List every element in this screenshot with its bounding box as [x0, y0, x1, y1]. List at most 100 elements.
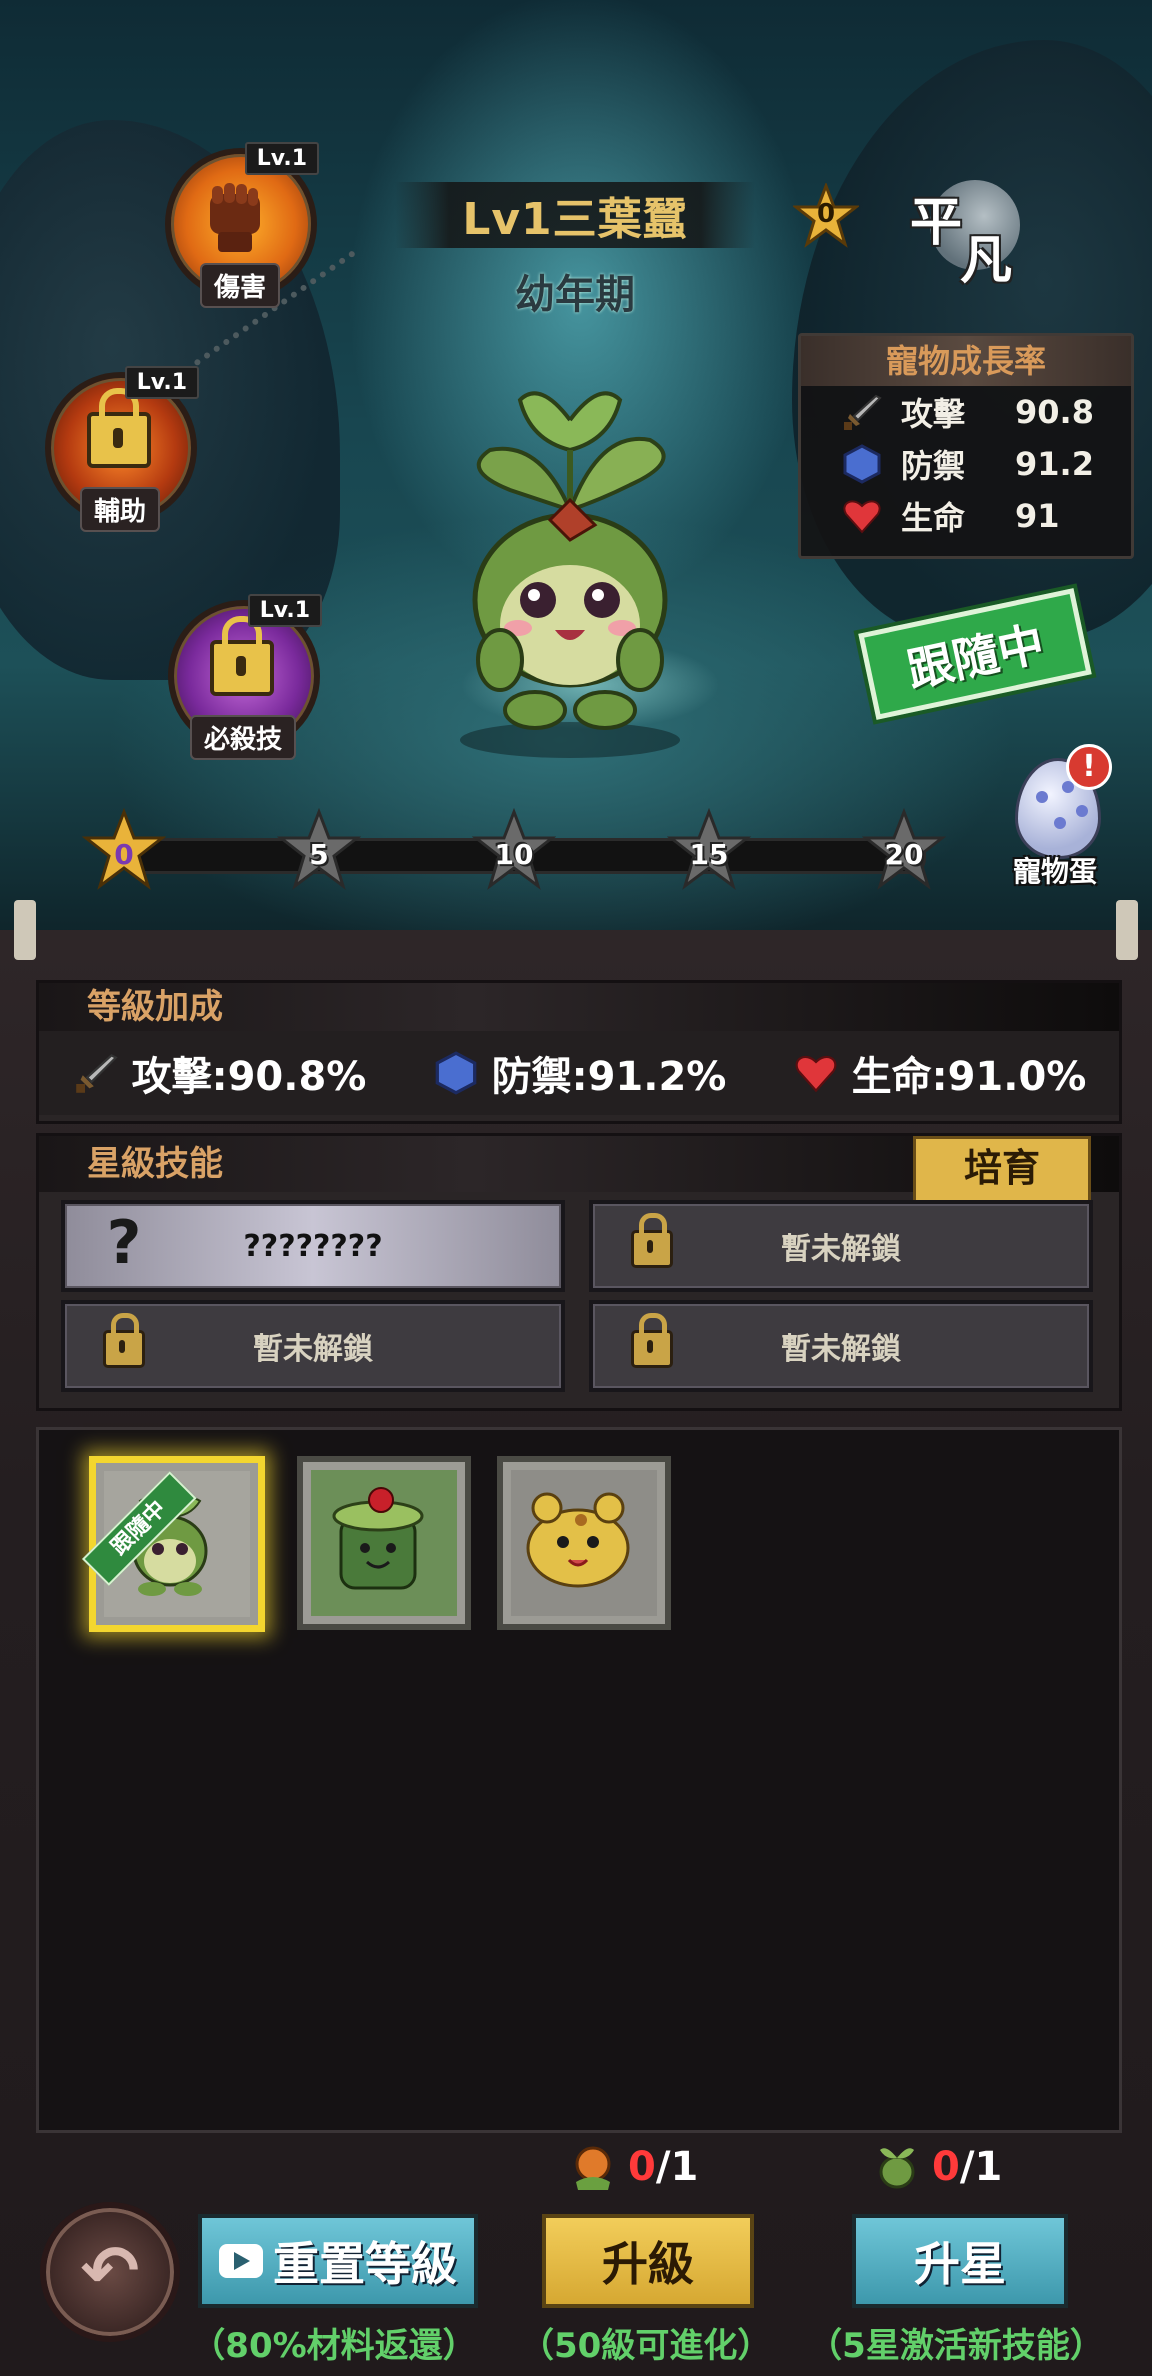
milestone-label: 15: [689, 838, 729, 871]
bonus-defense: 防禦:91.2%: [432, 1044, 727, 1102]
star-skill-slot-3[interactable]: 暫未解鎖: [61, 1300, 565, 1392]
growth-label: 攻擊: [901, 395, 966, 433]
star-up-cost: 0 /1: [872, 2142, 1002, 2192]
rarity-char-2: 凡: [960, 231, 1013, 291]
material-icon: [568, 2142, 618, 2192]
growth-rate-panel: 寵物成長率 攻擊 90.8 防禦 91.2 生命 91: [798, 333, 1134, 559]
heart-icon: [841, 495, 883, 537]
fist-icon: [200, 176, 270, 274]
star-skills-panel: 星級技能 培育 ? ???????? 暫未解鎖 暫未解鎖 暫未解鎖: [36, 1133, 1122, 1411]
pet-scene: Lv.1 傷害 Lv.1 輔助 Lv.1 必殺技 Lv1三葉蠶 幼年期 0 平 …: [0, 0, 1152, 950]
skill-node-ultimate[interactable]: Lv.1 必殺技: [168, 594, 322, 760]
back-arrow-icon: ↶: [80, 2230, 140, 2312]
hexagon-shield-icon: [841, 443, 883, 485]
bonus-hp: 生命:91.0%: [792, 1044, 1087, 1102]
lock-icon: [627, 1313, 677, 1368]
bonus-attack-value: 攻擊:90.8%: [131, 1054, 367, 1100]
candle-left: [14, 900, 36, 960]
skill-node-aid[interactable]: Lv.1 輔助: [45, 366, 199, 532]
star-up-note: （5星激活新技能）: [808, 2326, 1104, 2366]
milestone-star-5: 5: [276, 807, 362, 892]
upgrade-label: 升級: [602, 2237, 694, 2291]
growth-value: 91: [1015, 497, 1060, 535]
pet-shard-icon: [872, 2142, 922, 2192]
skill-level-tag: Lv.1: [247, 594, 322, 627]
sword-icon: [72, 1049, 120, 1097]
sword-icon: [841, 391, 883, 433]
upgrade-note: （50級可進化）: [520, 2326, 772, 2366]
pet-card-stump[interactable]: [297, 1456, 471, 1630]
milestone-label: 10: [494, 838, 534, 871]
bonus-hp-value: 生命:91.0%: [851, 1054, 1087, 1100]
lock-icon: [627, 1213, 677, 1268]
pet-card-sprout[interactable]: 跟隨中: [82, 1456, 265, 1632]
video-play-icon: [219, 2244, 263, 2278]
heart-icon: [792, 1049, 840, 1097]
reset-level-note: （80%材料返還）: [191, 2326, 477, 2366]
skill-label: 必殺技: [189, 715, 297, 760]
skill-level-tag: Lv.1: [244, 142, 319, 175]
lock-icon: [87, 388, 151, 468]
milestone-star-0: 0: [81, 807, 167, 892]
upgrade-cost: 0 /1: [568, 2142, 698, 2192]
star-up-cost-have: 0: [932, 2144, 960, 2190]
pet-star-badge: 0: [793, 183, 859, 249]
skill-node-damage[interactable]: Lv.1 傷害: [165, 142, 319, 308]
star-skill-slot-1[interactable]: ? ????????: [61, 1200, 565, 1292]
pet-card-hamster[interactable]: [497, 1456, 671, 1630]
skill-label: 輔助: [79, 487, 161, 532]
star-up-label: 升星: [914, 2237, 1006, 2291]
alert-icon: !: [1066, 744, 1112, 790]
level-bonus-title: 等級加成: [39, 983, 1119, 1031]
milestone-label: 0: [114, 838, 134, 871]
pet-egg-label: 寵物蛋: [1012, 855, 1097, 888]
pet-list: 跟隨中: [36, 1427, 1122, 2133]
milestone-star-15: 15: [666, 807, 752, 892]
lock-icon: [210, 616, 274, 696]
star-count: 0: [816, 199, 836, 229]
growth-row-hp: 生命 91: [801, 490, 1131, 542]
growth-value: 91.2: [1015, 445, 1094, 483]
pet-sprite[interactable]: [420, 360, 720, 760]
candle-right: [1116, 900, 1138, 960]
pet-stage: 幼年期: [515, 272, 635, 318]
pet-title-bar: Lv1三葉蠶: [395, 182, 755, 248]
upgrade-cost-need: /1: [655, 2144, 699, 2190]
rarity-char-1: 平: [910, 193, 963, 253]
growth-row-defense: 防禦 91.2: [801, 438, 1131, 490]
upgrade-button[interactable]: 升級: [542, 2214, 754, 2308]
back-button[interactable]: ↶: [40, 2202, 180, 2342]
growth-rate-title: 寵物成長率: [801, 336, 1131, 386]
pet-egg-button[interactable]: ! 寵物蛋: [1000, 744, 1112, 888]
level-bonus-panel: 等級加成 攻擊:90.8% 防禦:91.2% 生命:91.0%: [36, 980, 1122, 1124]
bonus-defense-value: 防禦:91.2%: [491, 1054, 727, 1100]
hexagon-shield-icon: [432, 1049, 480, 1097]
milestone-label: 20: [884, 838, 924, 871]
pet-title: Lv1三葉蠶: [462, 194, 688, 245]
upgrade-cost-have: 0: [628, 2144, 656, 2190]
level-bonus-row: 攻擊:90.8% 防禦:91.2% 生命:91.0%: [39, 1031, 1119, 1115]
pet-thumb: [311, 1470, 457, 1616]
milestone-label: 5: [309, 838, 329, 871]
milestone-star-10: 10: [471, 807, 557, 892]
growth-label: 生命: [901, 499, 966, 537]
growth-label: 防禦: [901, 447, 966, 485]
skill-label: 傷害: [199, 263, 281, 308]
star-skill-grid: ? ???????? 暫未解鎖 暫未解鎖 暫未解鎖: [39, 1192, 1119, 1402]
star-up-button[interactable]: 升星: [852, 2214, 1068, 2308]
star-skill-slot-4[interactable]: 暫未解鎖: [589, 1300, 1093, 1392]
star-skill-slot-2[interactable]: 暫未解鎖: [589, 1200, 1093, 1292]
following-stamp-label: 跟隨中: [902, 616, 1049, 698]
milestone-star-20: 20: [861, 807, 947, 892]
pet-thumb: [511, 1470, 657, 1616]
lock-icon: [99, 1313, 149, 1368]
reset-level-label: 重置等級: [273, 2237, 457, 2291]
star-up-cost-need: /1: [959, 2144, 1003, 2190]
growth-row-attack: 攻擊 90.8: [801, 386, 1131, 438]
question-mark-icon: ?: [106, 1208, 142, 1278]
rarity-badge: 平 凡: [900, 170, 1030, 291]
growth-value: 90.8: [1015, 393, 1094, 431]
skill-level-tag: Lv.1: [124, 366, 199, 399]
reset-level-button[interactable]: 重置等級: [198, 2214, 478, 2308]
bonus-attack: 攻擊:90.8%: [72, 1044, 367, 1102]
